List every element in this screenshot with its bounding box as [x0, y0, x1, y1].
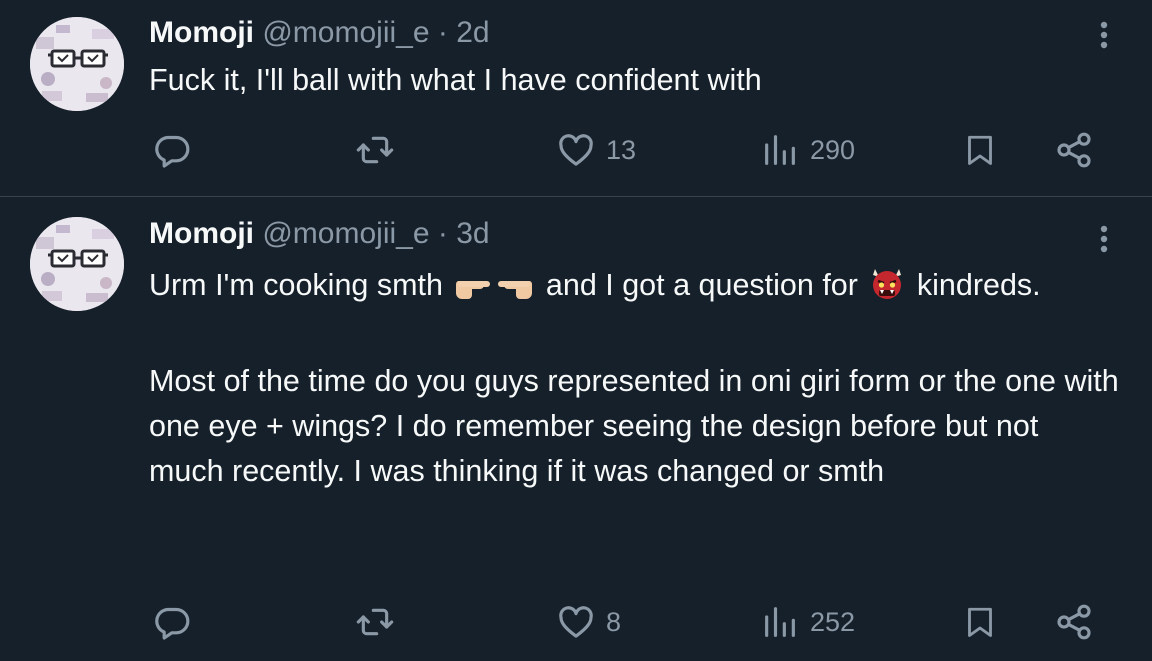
text-segment: and I got a question for [545, 268, 858, 302]
retweet-icon [356, 136, 394, 164]
bar-chart-icon [765, 135, 795, 165]
tweet-paragraph: Most of the time do you guys represented… [149, 364, 1119, 488]
share-icon [1057, 132, 1091, 168]
retweet-button[interactable] [355, 597, 405, 647]
view-count: 252 [810, 606, 856, 637]
tweet-paragraph: Fuck it, I'll ball with what I have conf… [149, 63, 762, 97]
tweet[interactable]: Momoji @momojii_e · 2d Fuck it, I'll bal… [0, 0, 1152, 197]
separator-dot: · [437, 217, 448, 250]
tweet-actions: 8 252 [0, 597, 1152, 647]
reply-bubble-icon [155, 135, 190, 168]
timestamp[interactable]: 2d [456, 16, 489, 49]
user-handle[interactable]: @momojii_e [262, 16, 429, 49]
share-icon [1057, 604, 1091, 640]
tweet-text: Fuck it, I'll ball with what I have conf… [149, 58, 1119, 103]
tweet-header: Momoji @momojii_e · 3d [149, 214, 490, 254]
tweet[interactable]: Momoji @momojii_e · 3d Urm I'm cooking s… [0, 197, 1152, 661]
svg-text:👉👈: 👉👈 [454, 269, 530, 276]
tweet-actions: 13 290 [0, 125, 1152, 175]
reply-button[interactable] [152, 125, 202, 175]
view-count: 290 [810, 134, 856, 165]
separator-dot: · [437, 16, 448, 49]
like-count: 8 [606, 606, 622, 637]
pointing-fingers-emoji: 👉👈 [454, 269, 534, 314]
views-button[interactable]: 290 [760, 125, 855, 175]
bookmark-button[interactable] [962, 597, 998, 647]
user-handle[interactable]: @momojii_e [262, 217, 429, 250]
avatar[interactable] [30, 217, 124, 311]
like-count: 13 [606, 134, 637, 165]
reply-button[interactable] [152, 597, 202, 647]
more-options-button[interactable] [1088, 219, 1120, 259]
retweet-button[interactable] [355, 125, 405, 175]
bookmark-button[interactable] [962, 125, 998, 175]
heart-icon [559, 606, 593, 638]
more-options-button[interactable] [1088, 15, 1120, 55]
display-name[interactable]: Momoji [149, 16, 254, 49]
share-button[interactable] [1054, 125, 1094, 175]
like-button[interactable]: 13 [556, 125, 636, 175]
share-button[interactable] [1054, 597, 1094, 647]
avatar[interactable] [30, 17, 124, 111]
text-segment: kindreds. [916, 268, 1041, 302]
display-name[interactable]: Momoji [149, 217, 254, 250]
more-vertical-icon [1100, 21, 1108, 49]
text-segment: Urm I'm cooking smth [149, 268, 443, 302]
bar-chart-icon [765, 607, 795, 637]
tweet-header: Momoji @momojii_e · 2d [149, 13, 490, 53]
heart-icon [559, 134, 593, 166]
like-button[interactable]: 8 [556, 597, 621, 647]
retweet-icon [356, 608, 394, 636]
timestamp[interactable]: 3d [456, 217, 489, 250]
tweet-text: Urm I'm cooking smth 👉👈 and I got a ques… [149, 263, 1119, 494]
ogre-emoji: 👹 [869, 265, 905, 314]
views-button[interactable]: 252 [760, 597, 855, 647]
reply-bubble-icon [155, 607, 190, 640]
tweet-paragraph: Urm I'm cooking smth 👉👈 and I got a ques… [149, 263, 1119, 314]
bookmark-icon [968, 607, 992, 637]
bookmark-icon [968, 135, 992, 165]
more-vertical-icon [1100, 225, 1108, 253]
